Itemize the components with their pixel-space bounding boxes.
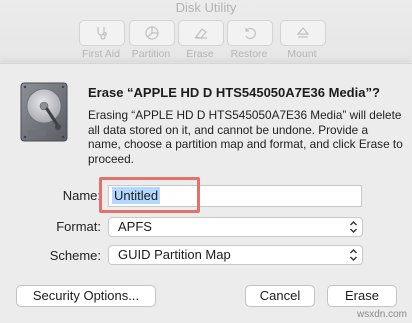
toolbar: Disk Utility First Aid Partition Erase R… bbox=[0, 0, 412, 62]
eject-icon bbox=[296, 27, 310, 38]
cancel-button[interactable]: Cancel bbox=[245, 285, 315, 307]
format-popup[interactable]: APFS bbox=[108, 217, 363, 237]
name-label: Name: bbox=[62, 188, 101, 203]
hard-drive-icon bbox=[20, 82, 68, 142]
format-value: APFS bbox=[118, 219, 152, 234]
up-down-chevron-icon bbox=[350, 221, 357, 233]
mount-label: Mount bbox=[287, 48, 317, 60]
erase-icon bbox=[194, 28, 207, 39]
stethoscope-icon bbox=[97, 27, 107, 40]
partition-button[interactable] bbox=[129, 20, 175, 46]
up-down-chevron-icon bbox=[350, 249, 357, 261]
restore-button[interactable] bbox=[227, 20, 273, 46]
format-label: Format: bbox=[56, 219, 101, 234]
first-aid-button[interactable] bbox=[79, 20, 125, 46]
erase-dialog: Erase “APPLE HD D HTS545050A7E36 Media”?… bbox=[0, 64, 412, 323]
window-title: Disk Utility bbox=[175, 0, 237, 15]
dialog-message: Erasing “APPLE HD D HTS545050A7E36 Media… bbox=[88, 108, 403, 166]
name-field-highlight bbox=[99, 177, 200, 213]
restore-icon bbox=[245, 27, 256, 40]
erase-toolbar-button[interactable] bbox=[178, 20, 224, 46]
security-options-button[interactable]: Security Options... bbox=[16, 285, 156, 307]
mount-button[interactable] bbox=[280, 20, 326, 46]
scheme-label: Scheme: bbox=[49, 248, 101, 263]
scheme-value: GUID Partition Map bbox=[118, 247, 231, 262]
scheme-popup[interactable]: GUID Partition Map bbox=[108, 245, 363, 265]
watermark: wsxdn.com bbox=[356, 309, 407, 320]
pie-chart-icon bbox=[145, 26, 159, 40]
erase-button[interactable]: Erase bbox=[327, 285, 397, 307]
dialog-title: Erase “APPLE HD D HTS545050A7E36 Media”? bbox=[88, 85, 380, 100]
restore-label: Restore bbox=[230, 48, 268, 60]
